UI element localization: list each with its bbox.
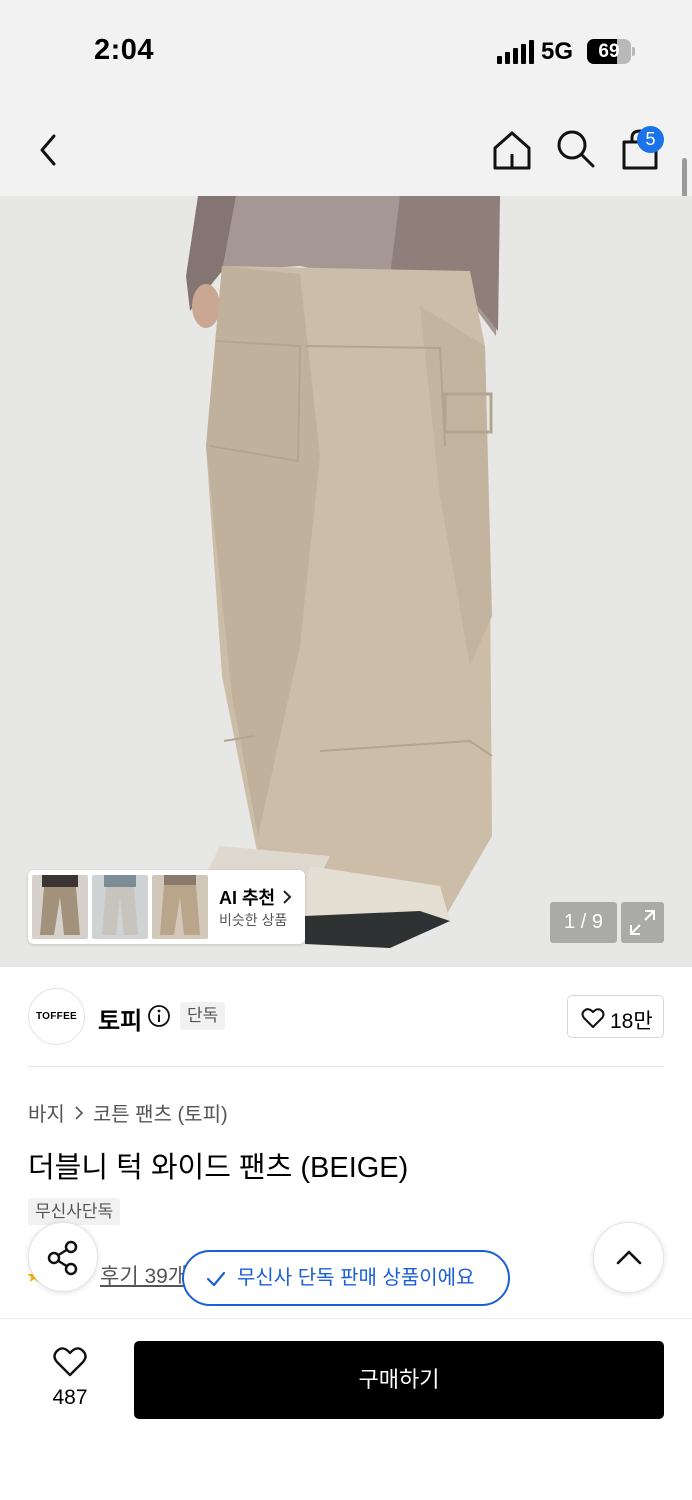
brand-like-count: 18만 (610, 1010, 653, 1033)
similar-thumbnail-1[interactable] (32, 875, 88, 939)
ai-recommend-title: AI 추천 (219, 884, 293, 910)
share-button[interactable] (28, 1222, 98, 1292)
heart-icon (581, 1008, 605, 1028)
breadcrumb-category[interactable]: 바지 (28, 1098, 65, 1127)
buy-button[interactable]: 구매하기 (134, 1341, 664, 1419)
cart-count-badge: 5 (637, 126, 664, 153)
chevron-right-icon (75, 1105, 83, 1120)
expand-icon (630, 910, 655, 935)
check-icon (206, 1271, 226, 1287)
breadcrumb-subcategory[interactable]: 코튼 팬츠 (토피) (93, 1098, 228, 1127)
brand-like-button[interactable]: 18만 (567, 995, 664, 1038)
info-icon[interactable] (147, 1004, 171, 1028)
share-icon (47, 1240, 78, 1276)
home-icon (493, 131, 531, 170)
battery-icon: 69 (587, 39, 631, 64)
scroll-top-button[interactable] (593, 1222, 664, 1293)
top-nav (0, 100, 692, 196)
ai-recommend-card[interactable]: AI 추천 비슷한 상품 (28, 870, 305, 944)
battery-level: 69 (598, 41, 620, 62)
chevron-up-icon (616, 1250, 642, 1265)
exclusive-toast: 무신사 단독 판매 상품이에요 (182, 1250, 510, 1306)
product-image[interactable] (0, 196, 692, 967)
product-title: 더블니 턱 와이드 팬츠 (BEIGE) (28, 1152, 409, 1184)
exclusive-chip: 단독 (180, 1002, 226, 1030)
wishlist-count: 487 (52, 1386, 88, 1409)
signal-icon (497, 40, 534, 64)
wishlist-button[interactable]: 487 (38, 1344, 102, 1414)
divider (28, 1066, 664, 1067)
similar-thumbnail-3[interactable] (152, 875, 208, 939)
back-button[interactable] (30, 130, 66, 170)
heart-icon (53, 1347, 87, 1377)
search-icon (557, 130, 595, 168)
status-bar: 2:04 5G 69 (0, 0, 692, 100)
brand-name[interactable]: 토피 (98, 1001, 142, 1036)
breadcrumb: 바지 코튼 팬츠 (토피) (28, 1098, 228, 1127)
brand-logo[interactable]: TOFFEE (28, 988, 85, 1045)
toast-text: 무신사 단독 판매 상품이에요 (237, 1267, 475, 1289)
search-button[interactable] (555, 128, 597, 170)
image-pager: 1 / 9 (550, 902, 617, 943)
chevron-right-icon (283, 890, 292, 904)
status-time: 2:04 (94, 34, 155, 66)
pants-photo (0, 196, 692, 967)
ai-recommend-subtitle: 비슷한 상품 (219, 912, 288, 928)
back-icon (40, 134, 56, 166)
review-link[interactable]: 후기 39개 (100, 1260, 187, 1290)
musinsa-exclusive-badge: 무신사단독 (28, 1198, 121, 1225)
home-button[interactable] (490, 128, 534, 172)
battery-nub (632, 47, 635, 56)
network-label: 5G (541, 38, 574, 65)
similar-thumbnail-2[interactable] (92, 875, 148, 939)
expand-image-button[interactable] (621, 902, 664, 943)
